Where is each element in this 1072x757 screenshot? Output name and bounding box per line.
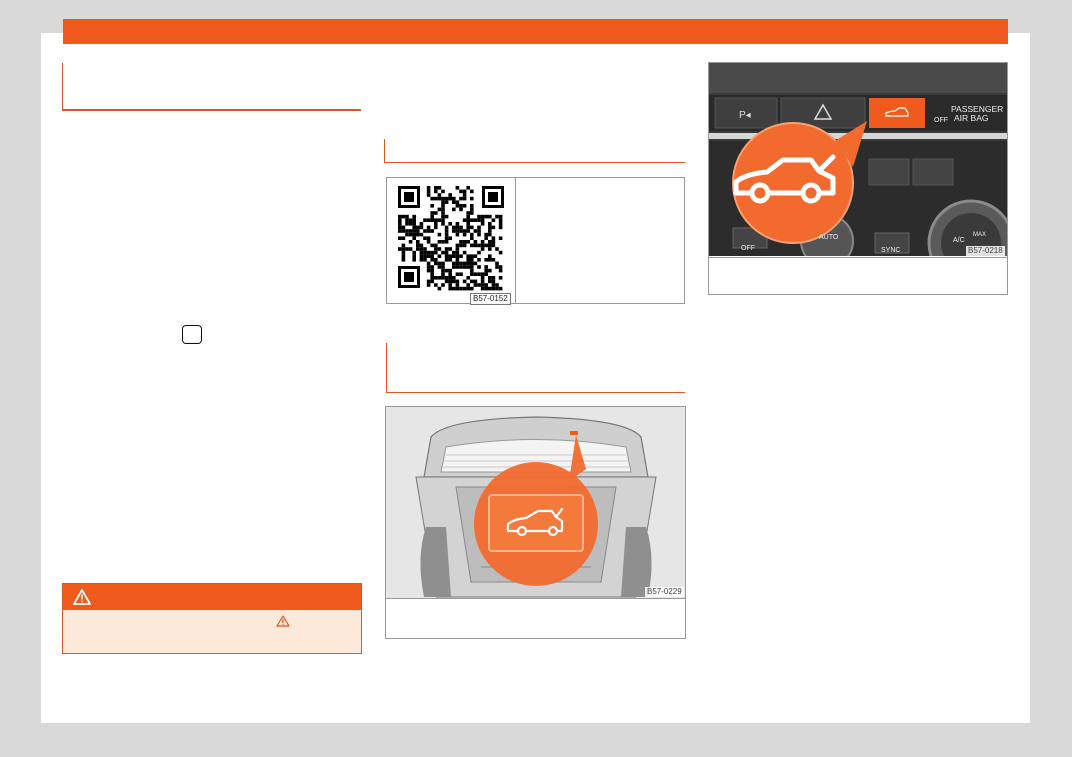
auto-button-label: AUTO bbox=[819, 234, 839, 241]
qr-figure bbox=[386, 177, 685, 304]
max-button-label: MAX bbox=[973, 232, 987, 238]
dashboard-illustration: P◂ bbox=[709, 63, 1007, 256]
sync-button-label: SYNC bbox=[881, 247, 901, 254]
airbag-off-label: OFF bbox=[934, 117, 948, 124]
warning-triangle-icon bbox=[276, 615, 290, 627]
caption-rule bbox=[709, 257, 1007, 258]
trunk-figure: B57-0229 bbox=[385, 406, 686, 639]
section-rule bbox=[384, 162, 685, 163]
warning-header bbox=[63, 584, 361, 610]
svg-text:P◂: P◂ bbox=[739, 110, 751, 121]
trunk-image-code: B57-0229 bbox=[645, 587, 684, 597]
warning-box bbox=[62, 583, 362, 654]
caption-rule bbox=[386, 598, 685, 599]
header-band bbox=[63, 19, 1008, 44]
section-heading-box-2 bbox=[386, 343, 685, 393]
ac-button-label: A/C bbox=[953, 237, 965, 244]
qr-image-code: B57-0152 bbox=[470, 293, 511, 305]
rounded-square-key-icon bbox=[182, 325, 202, 344]
passenger-airbag-label: PASSENGER AIR BAG bbox=[951, 104, 1004, 123]
qr-code-image bbox=[387, 178, 516, 303]
trunk-illustration bbox=[386, 407, 685, 598]
section-heading-box bbox=[62, 63, 361, 111]
warning-triangle-icon bbox=[73, 589, 91, 605]
dashboard-image-code: B57-0218 bbox=[966, 246, 1005, 256]
qr-code-icon bbox=[398, 186, 504, 291]
dashboard-figure: P◂ PASSENGER AIR BAG OFF OFF AUTO SYNC A… bbox=[708, 62, 1008, 295]
off-button-label: OFF bbox=[741, 245, 755, 252]
section-rule-left bbox=[384, 139, 385, 163]
